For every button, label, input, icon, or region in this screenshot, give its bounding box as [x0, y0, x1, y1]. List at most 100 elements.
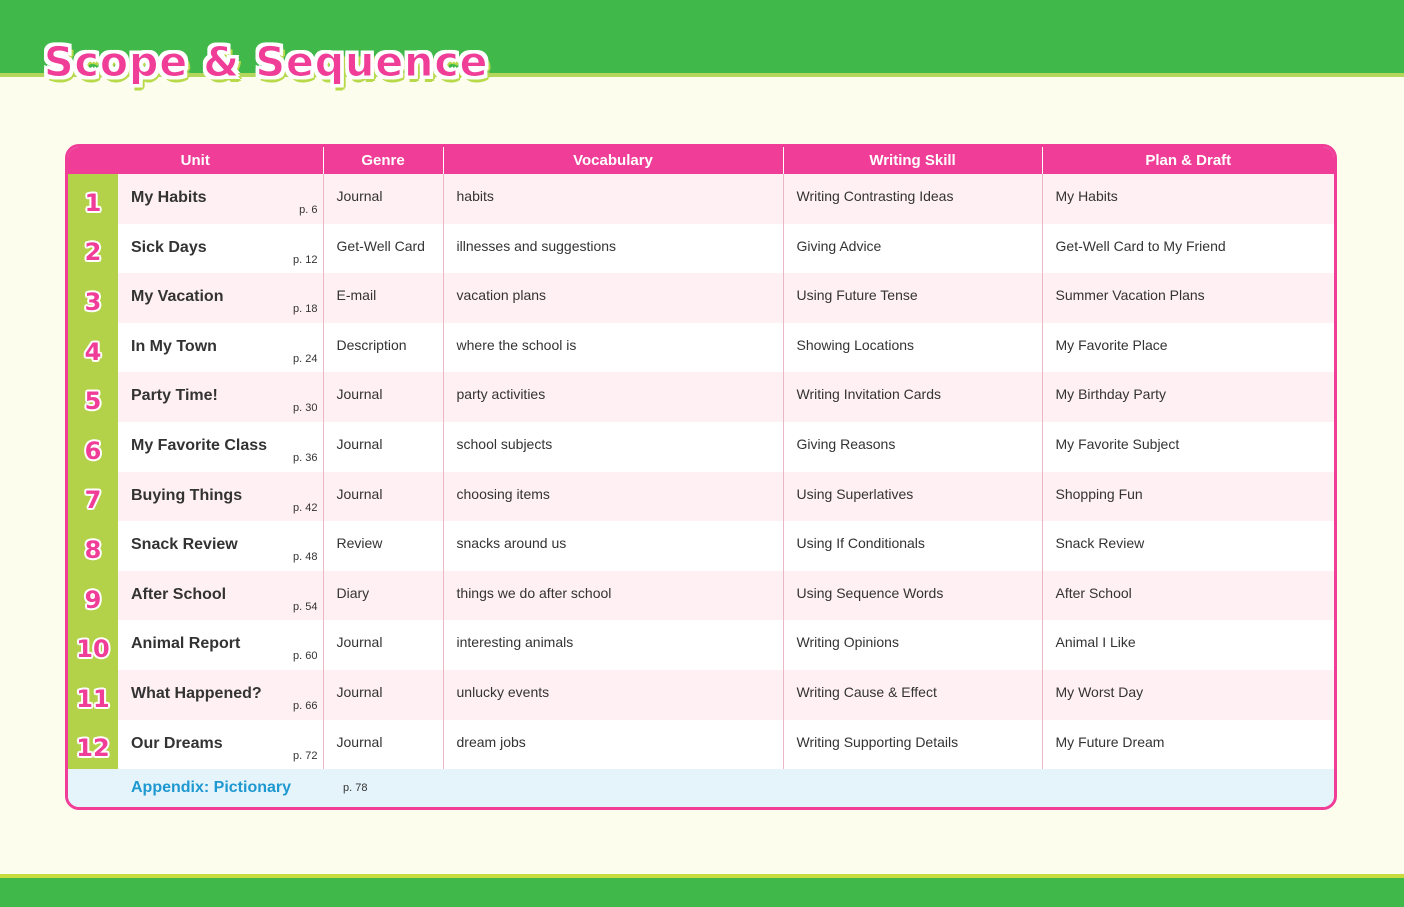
table-row: 3 My Vacation p. 18 E-mail vacation plans… [68, 273, 1334, 323]
unit-number: 6 [84, 436, 102, 465]
unit-number-cell: 7 [68, 471, 118, 522]
table-row: 6 My Favorite Class p. 36 Journal school … [68, 421, 1334, 472]
plan-draft-cell: Animal I Like [1042, 620, 1334, 670]
unit-number: 10 [76, 635, 110, 664]
vocabulary-cell: dream jobs [443, 719, 784, 770]
vocabulary-text: choosing items [456, 485, 550, 502]
table-header-row: Unit Genre Vocabulary Writing Skill Plan… [68, 147, 1334, 174]
appendix-row: Appendix: Pictionary p. 78 [68, 769, 1334, 807]
plan-draft-cell: Summer Vacation Plans [1042, 273, 1334, 323]
unit-cell: My Habits p. 6 [118, 174, 324, 224]
plan-draft-cell: My Birthday Party [1042, 372, 1334, 422]
unit-number: 12 [76, 734, 110, 763]
plan-draft-cell: My Worst Day [1042, 669, 1334, 720]
writing-skill-cell: Showing Locations [783, 322, 1043, 373]
unit-title: My Habits [131, 189, 207, 206]
writing-skill-text: Using If Conditionals [796, 535, 925, 552]
unit-title: Our Dreams [131, 734, 223, 752]
plan-draft-text: Snack Review [1055, 535, 1145, 552]
vocabulary-text: where the school is [456, 336, 577, 353]
writing-skill-text: Writing Opinions [796, 634, 899, 651]
unit-title: My Favorite Class [131, 436, 268, 454]
table-row: 9 After School p. 54 Diary things we do a… [68, 570, 1334, 621]
unit-page: p. 54 [293, 600, 318, 613]
appendix-page: p. 78 [343, 782, 368, 795]
plan-draft-text: Get-Well Card to My Friend [1055, 237, 1226, 254]
table-row: 5 Party Time! p. 30 Journal party activit… [68, 372, 1334, 422]
vocabulary-cell: choosing items [443, 471, 784, 522]
appendix-cell: Appendix: Pictionary p. 78 [68, 769, 1334, 807]
unit-page: p. 12 [293, 253, 318, 266]
writing-skill-cell: Writing Supporting Details [783, 719, 1043, 770]
genre-text: Journal [336, 188, 383, 204]
unit-number: 2 [84, 238, 102, 267]
writing-skill-text: Using Sequence Words [796, 584, 944, 601]
unit-cell: Buying Things p. 42 [118, 471, 324, 522]
bottom-green-band [0, 878, 1404, 907]
unit-title: My Vacation [131, 288, 224, 306]
unit-page: p. 18 [293, 303, 318, 316]
writing-skill-cell: Writing Invitation Cards [783, 372, 1043, 422]
plan-draft-cell: After School [1042, 570, 1334, 621]
vocabulary-text: dream jobs [456, 733, 526, 750]
writing-skill-text: Giving Advice [796, 237, 882, 254]
genre-cell: Journal [323, 471, 444, 522]
writing-skill-text: Writing Supporting Details [796, 733, 959, 750]
table-row: 12 Our Dreams p. 72 Journal dream jobs Wr… [68, 719, 1334, 770]
vocabulary-cell: where the school is [443, 322, 784, 373]
vocabulary-text: illnesses and suggestions [456, 237, 617, 254]
vocabulary-cell: school subjects [443, 421, 784, 472]
unit-title: Buying Things [131, 486, 243, 504]
genre-cell: Get-Well Card [323, 223, 444, 274]
table-row: 10 Animal Report p. 60 Journal interestin… [68, 620, 1334, 670]
header-genre: Genre [323, 147, 444, 174]
writing-skill-cell: Using Future Tense [783, 273, 1043, 323]
genre-cell: Journal [323, 719, 444, 770]
genre-text: E-mail [336, 287, 377, 304]
plan-draft-text: My Favorite Subject [1055, 435, 1180, 452]
unit-title: Party Time! [131, 387, 218, 405]
unit-number-cell: 8 [68, 521, 118, 571]
writing-skill-cell: Writing Opinions [783, 620, 1043, 670]
table-row: 7 Buying Things p. 42 Journal choosing it… [68, 471, 1334, 522]
unit-number-cell: 12 [68, 719, 118, 770]
unit-number: 3 [84, 287, 102, 316]
unit-number-cell: 6 [68, 421, 118, 472]
table-row: 2 Sick Days p. 12 Get-Well Card illnesses… [68, 223, 1334, 274]
unit-number: 1 [84, 188, 102, 217]
writing-skill-text: Using Superlatives [796, 485, 914, 502]
unit-cell: Snack Review p. 48 [118, 521, 324, 571]
appendix-label: Appendix: Pictionary [131, 779, 292, 797]
plan-draft-text: Shopping Fun [1055, 485, 1143, 502]
unit-cell: After School p. 54 [118, 570, 324, 621]
genre-cell: Journal [323, 669, 444, 720]
unit-page: p. 72 [293, 749, 318, 762]
unit-page: p. 66 [293, 699, 318, 712]
genre-text: Journal [336, 683, 383, 700]
genre-text: Journal [336, 634, 383, 651]
unit-number: 8 [84, 535, 102, 564]
writing-skill-cell: Writing Contrasting Ideas [783, 174, 1043, 224]
unit-number-cell: 11 [68, 669, 118, 720]
genre-cell: E-mail [323, 273, 444, 323]
writing-skill-cell: Using Sequence Words [783, 570, 1043, 621]
unit-number: 7 [84, 486, 102, 515]
writing-skill-text: Writing Invitation Cards [796, 386, 941, 403]
header-writing-skill: Writing Skill [783, 147, 1043, 174]
vocabulary-cell: party activities [443, 372, 784, 422]
table-row: 8 Snack Review p. 48 Review snacks around… [68, 521, 1334, 571]
vocabulary-text: school subjects [456, 435, 553, 452]
header-unit: Unit [68, 147, 324, 174]
vocabulary-text: party activities [456, 386, 546, 403]
plan-draft-cell: Shopping Fun [1042, 471, 1334, 522]
vocabulary-cell: unlucky events [443, 669, 784, 720]
unit-number-cell: 4 [68, 322, 118, 373]
unit-title: Animal Report [131, 635, 241, 653]
writing-skill-text: Showing Locations [796, 336, 915, 353]
genre-text: Journal [336, 386, 383, 403]
vocabulary-text: things we do after school [456, 584, 612, 601]
unit-title: After School [131, 585, 227, 603]
unit-number-cell: 2 [68, 223, 118, 274]
writing-skill-text: Giving Reasons [796, 435, 896, 452]
genre-text: Get-Well Card [336, 237, 425, 254]
